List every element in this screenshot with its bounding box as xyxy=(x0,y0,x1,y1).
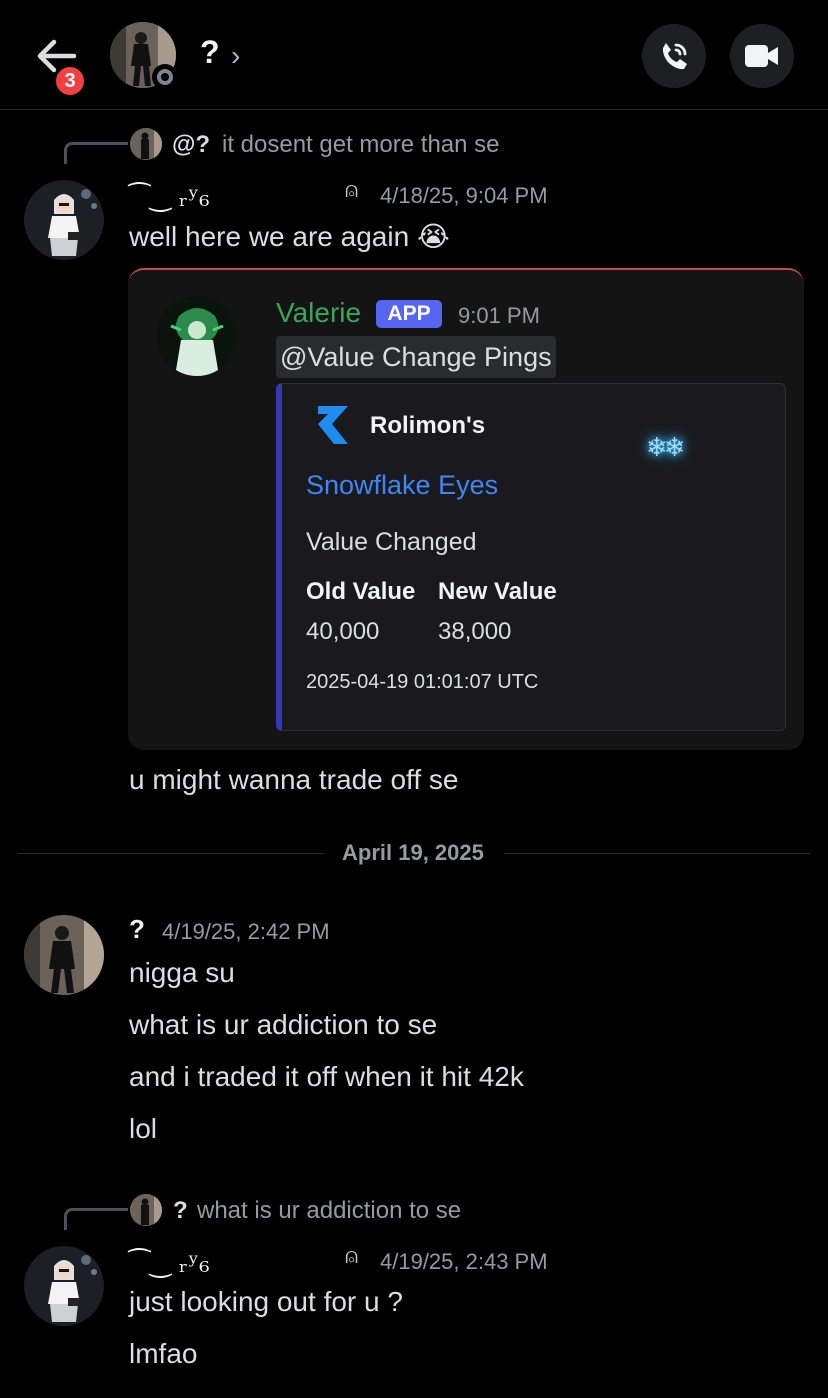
user-avatar[interactable] xyxy=(24,1246,104,1326)
app-tag: APP xyxy=(376,300,442,328)
username[interactable]: ⁀‿ ᵣʸ₆ xyxy=(129,1249,210,1279)
embed-title-link[interactable]: Snowflake Eyes xyxy=(306,470,498,501)
timestamp: 4/19/25, 2:43 PM xyxy=(380,1249,548,1274)
reply-connector xyxy=(64,1208,128,1230)
field-value: 40,000 xyxy=(306,618,380,645)
field-value: 38,000 xyxy=(438,618,512,645)
message-text: lol xyxy=(129,1113,158,1144)
message-text: well here we are again 😭 xyxy=(129,221,450,252)
username[interactable]: ? xyxy=(129,914,145,945)
snowflake-icon: ❄❄ xyxy=(646,432,686,462)
chevron-right-icon[interactable]: › xyxy=(231,40,240,72)
phone-call-icon xyxy=(662,43,687,70)
dm-header: 3 ? › xyxy=(0,0,828,110)
dm-title[interactable]: ? xyxy=(200,34,220,71)
message-text: nigga su xyxy=(129,957,235,988)
reply-preview[interactable]: what is ur addiction to se xyxy=(197,1197,461,1225)
user-avatar[interactable] xyxy=(24,180,104,260)
bot-timestamp: 9:01 PM xyxy=(458,303,540,328)
unread-badge: 3 xyxy=(53,64,87,98)
reply-author[interactable]: ? xyxy=(173,1197,188,1225)
timestamp: 4/18/25, 9:04 PM xyxy=(380,183,548,208)
reply-avatar xyxy=(130,128,162,160)
field-name: Old Value xyxy=(306,578,416,605)
divider-line xyxy=(18,853,324,854)
embed-provider[interactable]: Rolimon's xyxy=(370,412,485,440)
embed-description: Value Changed xyxy=(306,528,477,556)
message-text: and i traded it off when it hit 42k xyxy=(129,1061,524,1092)
message-text: lmfao xyxy=(129,1338,198,1369)
username[interactable]: ⁀‿ ᵣʸ₆ xyxy=(129,183,210,213)
reply-preview[interactable]: it dosent get more than se xyxy=(222,131,500,159)
video-call-button[interactable] xyxy=(730,24,794,88)
reply-author[interactable]: @? xyxy=(172,131,210,159)
field-name: New Value xyxy=(438,578,557,605)
video-camera-icon xyxy=(745,45,778,67)
call-button[interactable] xyxy=(642,24,706,88)
message-text: just looking out for u ? xyxy=(129,1286,403,1317)
status-offline-icon xyxy=(152,64,178,90)
user-avatar[interactable] xyxy=(24,915,104,995)
reply-avatar xyxy=(130,1194,162,1226)
username-decoration: ⍝ xyxy=(345,178,359,203)
username-decoration: ⍝ xyxy=(345,1244,359,1269)
bot-avatar[interactable] xyxy=(157,296,237,376)
divider-line xyxy=(504,853,810,854)
embed-footer: 2025-04-19 01:01:07 UTC xyxy=(306,671,539,693)
timestamp: 4/19/25, 2:42 PM xyxy=(162,919,330,944)
role-mention[interactable]: @Value Change Pings xyxy=(276,336,556,378)
date-divider: April 19, 2025 xyxy=(342,840,484,865)
rolimons-logo-icon xyxy=(316,404,350,451)
message-text: u might wanna trade off se xyxy=(129,764,459,795)
message-text: what is ur addiction to se xyxy=(129,1009,438,1040)
bot-name[interactable]: Valerie xyxy=(276,297,361,329)
reply-connector xyxy=(64,142,128,164)
